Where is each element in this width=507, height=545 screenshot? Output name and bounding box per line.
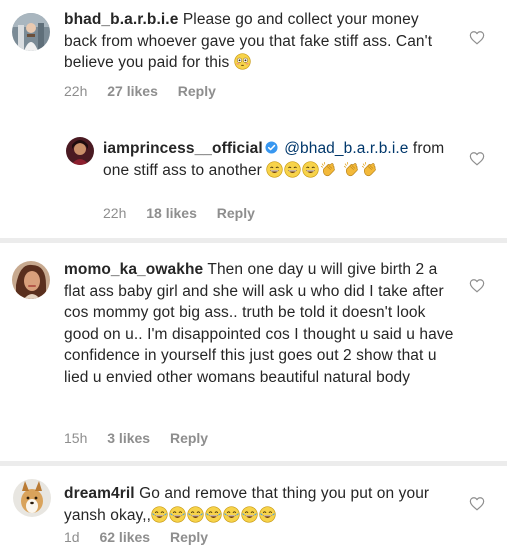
- tears-of-joy-emoji: [223, 506, 240, 523]
- tears-of-joy-emoji: [205, 506, 222, 523]
- avatar[interactable]: [66, 137, 94, 165]
- comment-text: momo_ka_owakhe Then one day u will give …: [64, 259, 460, 388]
- reply-button[interactable]: Reply: [178, 83, 216, 99]
- comment-likes[interactable]: 27 likes: [107, 83, 158, 99]
- reply-button[interactable]: Reply: [170, 430, 208, 446]
- comment-text: iamprincess__official @bhad_b.a.r.b.i.e …: [103, 138, 453, 181]
- comment-meta: 15h 3 likes Reply: [64, 430, 224, 446]
- comment-username[interactable]: iamprincess__official: [103, 140, 263, 157]
- clapping-hands-emoji: [320, 161, 337, 178]
- comment-meta: 1d 62 likes Reply: [64, 529, 224, 545]
- comment-reply-item: iamprincess__official @bhad_b.a.r.b.i.e …: [0, 115, 507, 233]
- comment-likes[interactable]: 3 likes: [107, 430, 150, 446]
- grinning-face-emoji: [284, 161, 301, 178]
- comment-time: 22h: [103, 205, 127, 221]
- tears-of-joy-emoji: [241, 506, 258, 523]
- comment-username[interactable]: dream4ril: [64, 485, 135, 502]
- comment-likes[interactable]: 18 likes: [146, 205, 197, 221]
- tears-of-joy-emoji: [169, 506, 186, 523]
- reply-button[interactable]: Reply: [217, 205, 255, 221]
- comment-item: momo_ka_owakhe Then one day u will give …: [0, 243, 507, 458]
- grinning-face-emoji: [302, 161, 319, 178]
- clapping-hands-emoji: [361, 161, 378, 178]
- verified-badge-icon: [265, 141, 278, 154]
- heart-outline-icon[interactable]: [469, 151, 485, 166]
- avatar[interactable]: [13, 479, 51, 517]
- tears-of-joy-emoji: [259, 506, 276, 523]
- comment-meta: 22h 18 likes Reply: [103, 205, 271, 221]
- tears-of-joy-emoji: [151, 506, 168, 523]
- comment-meta: 22h 27 likes Reply: [64, 83, 232, 99]
- comment-time: 1d: [64, 529, 80, 545]
- comment-body: Then one day u will give birth 2 a flat …: [64, 261, 454, 386]
- heart-outline-icon[interactable]: [469, 496, 485, 511]
- comment-username[interactable]: bhad_b.a.r.b.i.e: [64, 11, 178, 28]
- comment-time: 22h: [64, 83, 88, 99]
- reply-button[interactable]: Reply: [170, 529, 208, 545]
- comment-time: 15h: [64, 430, 88, 446]
- comment-text: dream4ril Go and remove that thing you p…: [64, 483, 464, 526]
- heart-outline-icon[interactable]: [469, 30, 485, 45]
- comment-username[interactable]: momo_ka_owakhe: [64, 261, 203, 278]
- comment-item: bhad_b.a.r.b.i.e Please go and collect y…: [0, 0, 507, 115]
- grinning-face-emoji: [266, 161, 283, 178]
- mention-link[interactable]: @bhad_b.a.r.b.i.e: [284, 140, 408, 157]
- comment-text: bhad_b.a.r.b.i.e Please go and collect y…: [64, 9, 454, 74]
- heart-outline-icon[interactable]: [469, 278, 485, 293]
- clapping-hands-emoji: [343, 161, 360, 178]
- avatar[interactable]: [12, 13, 50, 51]
- comment-likes[interactable]: 62 likes: [99, 529, 150, 545]
- tears-of-joy-emoji: [187, 506, 204, 523]
- avatar[interactable]: [12, 261, 50, 299]
- comment-item: dream4ril Go and remove that thing you p…: [0, 466, 507, 545]
- flushed-face-emoji: [234, 53, 251, 70]
